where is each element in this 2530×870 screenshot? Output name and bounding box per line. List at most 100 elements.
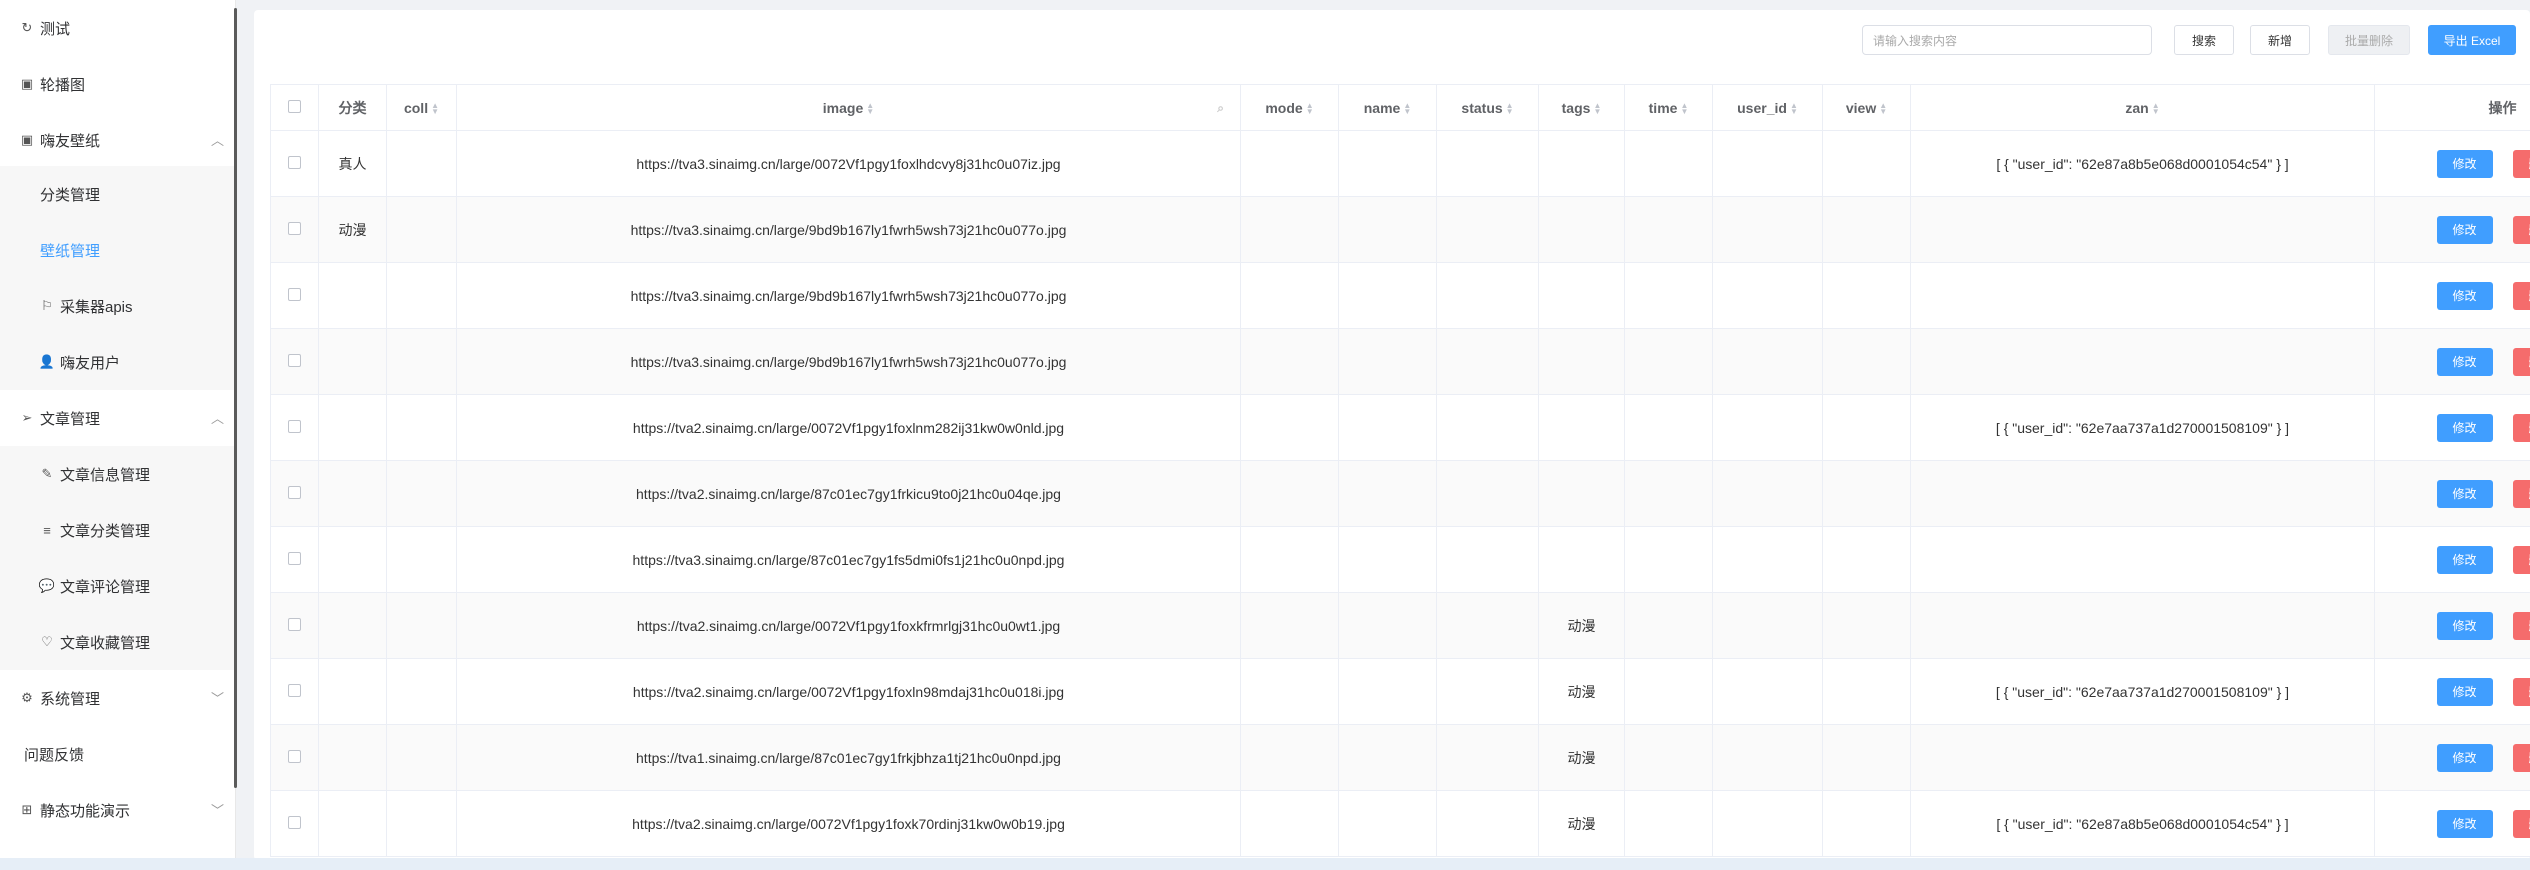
sort-icon[interactable]: ▲ ▼: [431, 101, 439, 115]
taskbar: [0, 858, 2530, 870]
edit-button[interactable]: 修改: [2436, 347, 2493, 376]
mode-cell: [1240, 658, 1339, 725]
sort-icon[interactable]: ▲ ▼: [1403, 101, 1411, 115]
sidebar-item-6[interactable]: 👤 嗨友用户: [0, 334, 234, 390]
search-input[interactable]: 请输入搜索内容: [1862, 25, 2152, 55]
column-header[interactable]: user_id ▲ ▼: [1712, 84, 1823, 131]
table-row: 真人 https://tva3.sinaimg.cn/large/0072Vf1p…: [270, 130, 2530, 197]
row-checkbox[interactable]: [288, 815, 301, 829]
column-header[interactable]: view ▲ ▼: [1822, 84, 1911, 131]
delete-button[interactable]: 删除: [2512, 413, 2530, 442]
checkbox-cell[interactable]: [270, 790, 319, 857]
sort-icon[interactable]: ▲ ▼: [1790, 101, 1798, 115]
row-checkbox[interactable]: [288, 683, 301, 697]
delete-button[interactable]: 删除: [2512, 611, 2530, 640]
delete-button[interactable]: 删除: [2512, 809, 2530, 838]
sidebar-item-9[interactable]: ≡ 文章分类管理: [0, 502, 234, 558]
row-checkbox[interactable]: [288, 419, 301, 433]
checkbox-cell[interactable]: [270, 460, 319, 527]
checkbox-cell[interactable]: [270, 328, 319, 395]
delete-button[interactable]: 删除: [2512, 545, 2530, 574]
sort-icon[interactable]: ▲ ▼: [1879, 101, 1887, 115]
edit-button[interactable]: 修改: [2436, 215, 2493, 244]
sidebar-item-13[interactable]: 问题反馈: [0, 726, 234, 782]
edit-button[interactable]: 修改: [2436, 149, 2493, 178]
checkbox-cell[interactable]: [270, 526, 319, 593]
sort-icon[interactable]: ▲ ▼: [866, 101, 874, 115]
sidebar-item-12[interactable]: ⚙ 系统管理 ﹀: [0, 670, 234, 726]
view-cell: [1822, 658, 1911, 725]
grid-icon: ⊞: [21, 802, 33, 817]
column-header[interactable]: mode ▲ ▼: [1240, 84, 1339, 131]
sort-icon[interactable]: ▲ ▼: [1680, 101, 1688, 115]
delete-button[interactable]: 删除: [2512, 677, 2530, 706]
sidebar-item-0[interactable]: ↻ 测试: [0, 0, 234, 56]
column-header[interactable]: zan ▲ ▼: [1910, 84, 2375, 131]
delete-button[interactable]: 删除: [2512, 281, 2530, 310]
edit-button[interactable]: 修改: [2436, 413, 2493, 442]
delete-button[interactable]: 删除: [2512, 215, 2530, 244]
sort-icon[interactable]: ▲ ▼: [1593, 101, 1601, 115]
delete-button[interactable]: 删除: [2512, 347, 2530, 376]
status-cell: [1436, 592, 1539, 659]
select-all-checkbox[interactable]: [288, 99, 301, 113]
sort-icon[interactable]: ▲ ▼: [1506, 101, 1514, 115]
row-checkbox[interactable]: [288, 617, 301, 631]
row-checkbox[interactable]: [288, 749, 301, 763]
column-header[interactable]: image ▲ ▼ ⌕: [456, 84, 1241, 131]
checkbox-cell[interactable]: [270, 658, 319, 725]
column-header-label: 分类: [338, 99, 367, 116]
filter-search-icon[interactable]: ⌕: [1217, 101, 1224, 116]
row-checkbox[interactable]: [288, 551, 301, 565]
edit-button[interactable]: 修改: [2436, 611, 2493, 640]
sidebar-item-4[interactable]: 壁纸管理: [0, 222, 234, 278]
sidebar-item-11[interactable]: ♡ 文章收藏管理: [0, 614, 234, 670]
sort-icon[interactable]: ▲ ▼: [1306, 101, 1314, 115]
column-header: 分类: [318, 84, 387, 131]
delete-button[interactable]: 删除: [2512, 743, 2530, 772]
sidebar-item-2[interactable]: ▣ 嗨友壁纸 ︿: [0, 112, 234, 168]
column-header[interactable]: coll ▲ ▼: [386, 84, 457, 131]
category-cell: [318, 526, 387, 593]
column-header[interactable]: time ▲ ▼: [1624, 84, 1713, 131]
row-checkbox[interactable]: [288, 287, 301, 301]
delete-button[interactable]: 删除: [2512, 149, 2530, 178]
checkbox-cell[interactable]: [270, 724, 319, 791]
sidebar-scrollbar[interactable]: [234, 8, 237, 788]
checkbox-cell[interactable]: [270, 592, 319, 659]
row-checkbox[interactable]: [288, 353, 301, 367]
checkbox-cell[interactable]: [270, 196, 319, 263]
sidebar-item-14[interactable]: ⊞ 静态功能演示 ﹀: [0, 782, 234, 838]
delete-button[interactable]: 删除: [2512, 479, 2530, 508]
column-header-label: mode: [1265, 99, 1303, 116]
add-button[interactable]: 新增: [2250, 25, 2310, 55]
row-checkbox[interactable]: [288, 221, 301, 235]
batch-delete-button[interactable]: 批量删除: [2328, 25, 2410, 55]
edit-button[interactable]: 修改: [2436, 545, 2493, 574]
sidebar-item-7[interactable]: ➢ 文章管理 ︿: [0, 390, 234, 446]
select-all-checkbox-cell[interactable]: [270, 84, 319, 131]
sidebar-item-1[interactable]: ▣ 轮播图: [0, 56, 234, 112]
column-header-label: view: [1845, 99, 1877, 116]
view-cell: [1822, 262, 1911, 329]
checkbox-cell[interactable]: [270, 394, 319, 461]
checkbox-cell[interactable]: [270, 262, 319, 329]
row-checkbox[interactable]: [288, 155, 301, 169]
row-checkbox[interactable]: [288, 485, 301, 499]
edit-button[interactable]: 修改: [2436, 677, 2493, 706]
sort-icon[interactable]: ▲ ▼: [2152, 101, 2160, 115]
sidebar-item-10[interactable]: 💬 文章评论管理: [0, 558, 234, 614]
column-header[interactable]: name ▲ ▼: [1338, 84, 1437, 131]
sidebar-item-3[interactable]: 分类管理: [0, 166, 234, 222]
column-header[interactable]: status ▲ ▼: [1436, 84, 1539, 131]
sidebar-item-8[interactable]: ✎ 文章信息管理: [0, 446, 234, 502]
edit-button[interactable]: 修改: [2436, 479, 2493, 508]
search-button[interactable]: 搜索: [2174, 25, 2234, 55]
column-header[interactable]: tags ▲ ▼: [1538, 84, 1625, 131]
export-excel-button[interactable]: 导出 Excel: [2428, 25, 2516, 55]
sidebar-item-5[interactable]: ⚐ 采集器apis: [0, 278, 234, 334]
edit-button[interactable]: 修改: [2436, 743, 2493, 772]
edit-button[interactable]: 修改: [2436, 809, 2493, 838]
edit-button[interactable]: 修改: [2436, 281, 2493, 310]
checkbox-cell[interactable]: [270, 130, 319, 197]
